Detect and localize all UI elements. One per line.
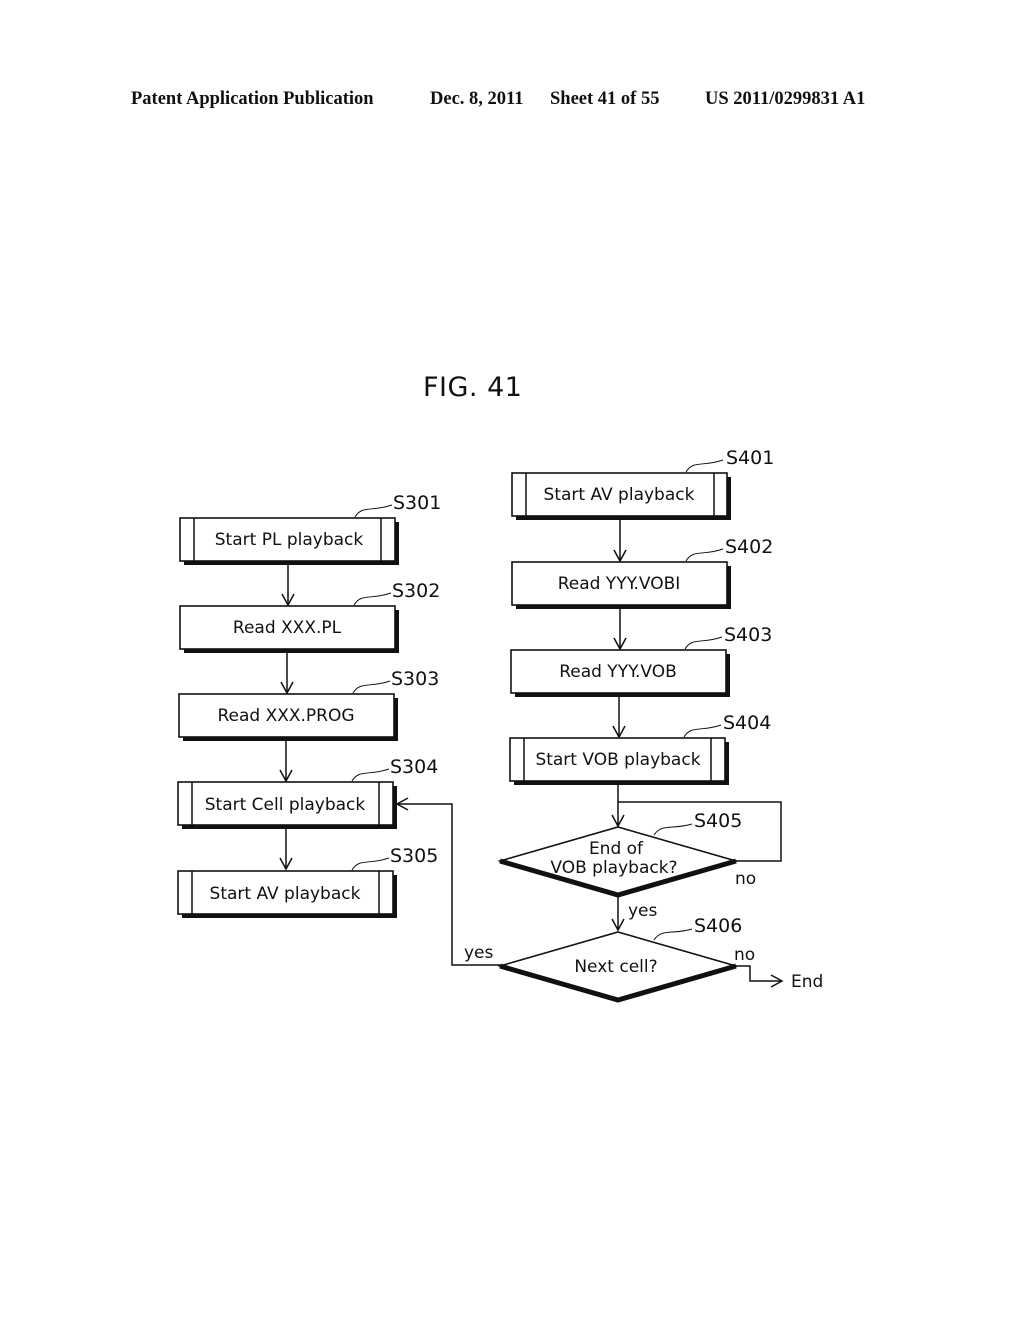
no-label: no — [735, 869, 756, 889]
step-id: S403 — [724, 624, 772, 646]
step-id: S301 — [393, 492, 441, 514]
step-label: Start Cell playback — [205, 795, 366, 815]
end-arrow — [736, 965, 784, 988]
step-label: Read XXX.PROG — [217, 706, 354, 726]
step-id: S406 — [694, 915, 742, 937]
step-id: S401 — [726, 447, 774, 469]
step-label: Read YYY.VOBI — [558, 574, 681, 594]
step-id: S305 — [390, 845, 438, 867]
step-s303: Read XXX.PROG S303 — [178, 668, 439, 741]
step-s404: Start VOB playback S404 — [509, 712, 771, 785]
step-s301: Start PL playback S301 — [179, 492, 441, 565]
step-id: S404 — [723, 712, 771, 734]
step-s402: Read YYY.VOBI S402 — [511, 536, 773, 609]
decision-s406: Next cell? S406 no yes — [464, 915, 755, 1003]
step-s304: Start Cell playback S304 — [177, 756, 438, 829]
step-id: S402 — [725, 536, 773, 558]
yes-label: yes — [464, 943, 494, 963]
step-label: Start PL playback — [215, 530, 364, 550]
step-s401: Start AV playback S401 — [511, 447, 774, 520]
step-id: S302 — [392, 580, 440, 602]
yes-label: yes — [628, 901, 658, 921]
step-s403: Read YYY.VOB S403 — [510, 624, 772, 697]
step-id: S405 — [694, 810, 742, 832]
decision-label-line1: End of — [589, 839, 644, 859]
step-id: S303 — [391, 668, 439, 690]
flowchart: Start PL playback S301 Read XXX.PL S302 … — [177, 447, 823, 1003]
yes-loop-line — [395, 797, 500, 966]
decision-label: Next cell? — [574, 957, 657, 977]
step-label: Start AV playback — [544, 485, 695, 505]
step-id: S304 — [390, 756, 438, 778]
step-label: Start AV playback — [210, 884, 361, 904]
step-label: Read XXX.PL — [233, 618, 342, 638]
step-s302: Read XXX.PL S302 — [179, 580, 440, 653]
decision-s405: End of VOB playback? S405 no — [497, 810, 756, 898]
no-label: no — [734, 945, 755, 965]
step-label: Start VOB playback — [535, 750, 700, 770]
step-label: Read YYY.VOB — [559, 662, 677, 682]
end-label: End — [791, 972, 823, 992]
decision-label-line2: VOB playback? — [550, 858, 677, 878]
step-s305: Start AV playback S305 — [177, 845, 438, 918]
